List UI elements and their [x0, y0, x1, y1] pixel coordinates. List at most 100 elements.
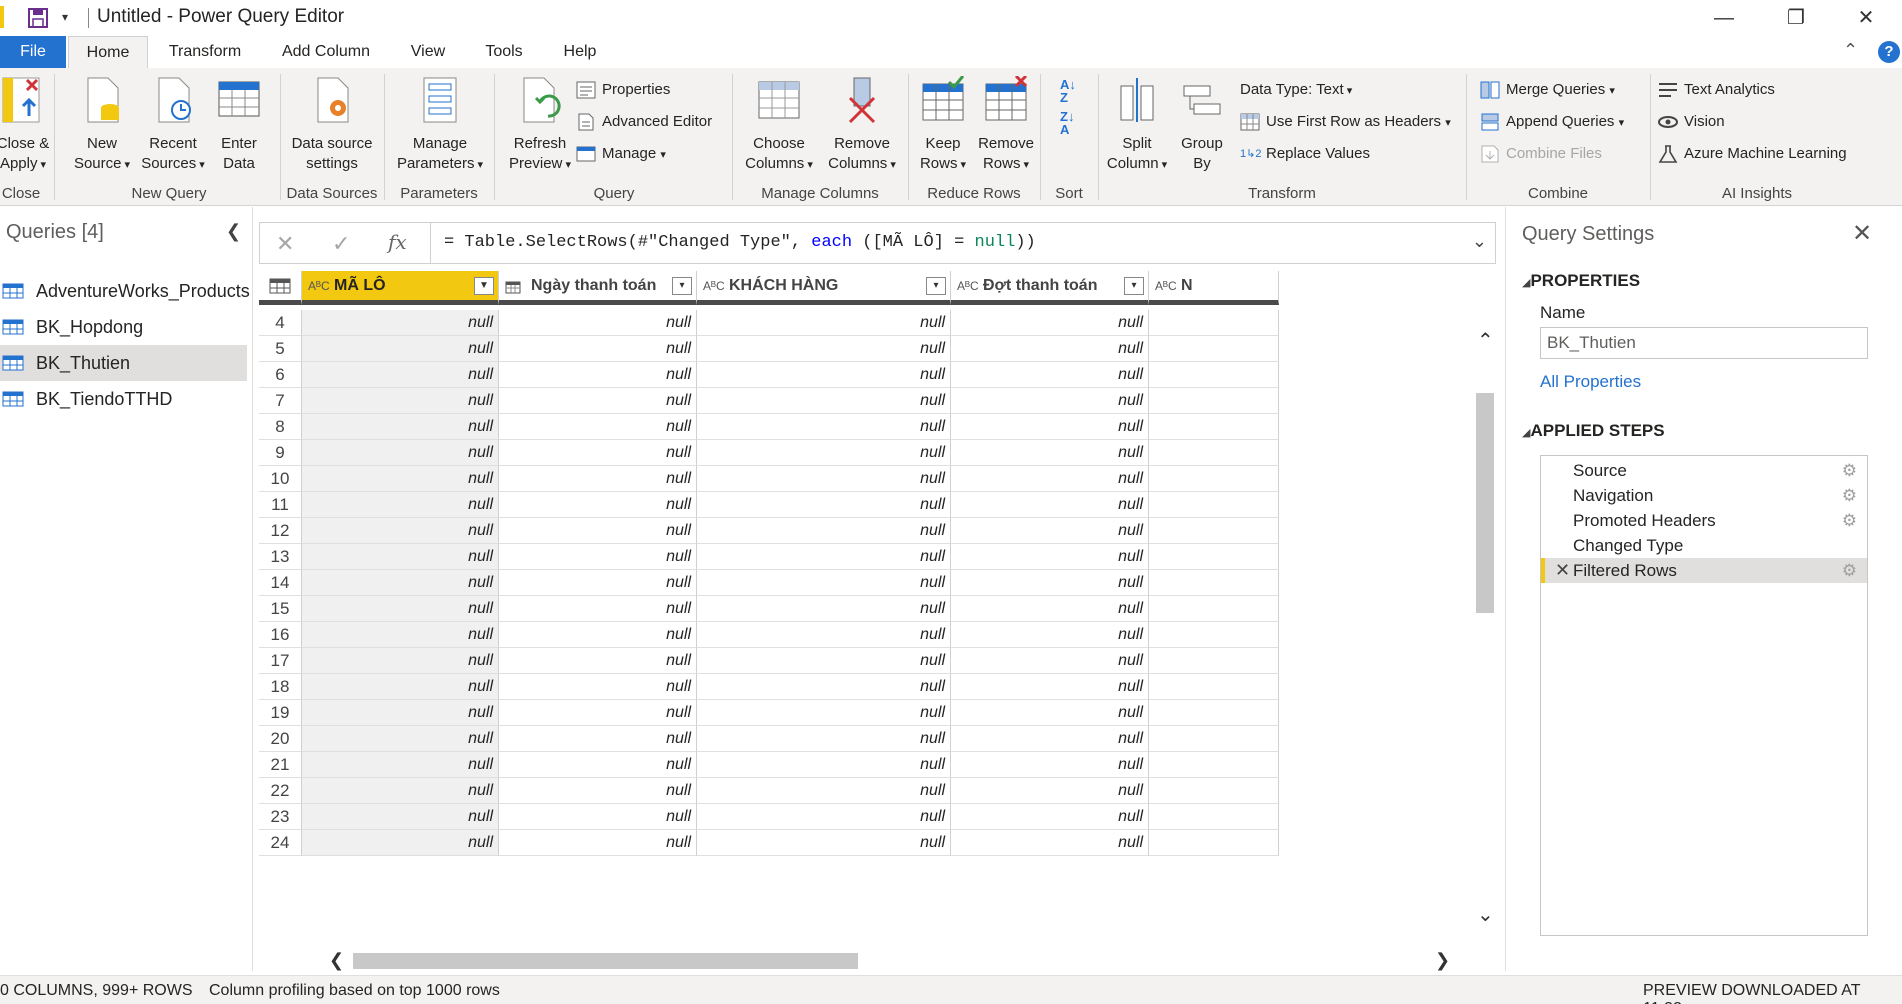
query-item[interactable]: BK_Thutien: [0, 345, 247, 381]
row-number[interactable]: 15: [259, 596, 302, 622]
tab-file[interactable]: File: [0, 36, 66, 68]
table-cell[interactable]: null: [697, 440, 951, 466]
table-cell[interactable]: null: [951, 492, 1149, 518]
table-cell[interactable]: [1149, 440, 1279, 466]
table-cell[interactable]: null: [697, 648, 951, 674]
table-cell[interactable]: null: [302, 830, 499, 856]
row-number[interactable]: 10: [259, 466, 302, 492]
table-cell[interactable]: null: [951, 336, 1149, 362]
table-cell[interactable]: [1149, 518, 1279, 544]
table-cell[interactable]: null: [697, 622, 951, 648]
table-cell[interactable]: null: [499, 414, 697, 440]
help-icon[interactable]: ?: [1878, 41, 1900, 63]
manage-parameters-button[interactable]: Manage Parameters: [388, 76, 492, 175]
row-number[interactable]: 20: [259, 726, 302, 752]
append-queries-button[interactable]: Append Queries: [1480, 110, 1624, 134]
vertical-scroll-thumb[interactable]: [1476, 393, 1494, 613]
new-source-button[interactable]: New Source: [70, 76, 134, 175]
applied-step[interactable]: Promoted Headers ⚙: [1541, 508, 1867, 533]
horizontal-scroll-thumb[interactable]: [353, 953, 858, 969]
scroll-up-icon[interactable]: ⌃: [1477, 331, 1494, 351]
table-cell[interactable]: null: [499, 388, 697, 414]
step-settings-gear-icon[interactable]: ⚙: [1842, 558, 1857, 583]
table-cell[interactable]: null: [302, 700, 499, 726]
table-cell[interactable]: null: [697, 362, 951, 388]
restore-button[interactable]: ❐: [1776, 4, 1816, 32]
table-cell[interactable]: [1149, 336, 1279, 362]
table-cell[interactable]: null: [951, 778, 1149, 804]
table-cell[interactable]: [1149, 700, 1279, 726]
table-cell[interactable]: null: [302, 310, 499, 336]
table-cell[interactable]: null: [951, 674, 1149, 700]
replace-values-button[interactable]: 1↳2 Replace Values: [1240, 142, 1370, 166]
keep-rows-button[interactable]: Keep Rows: [912, 75, 974, 175]
table-cell[interactable]: null: [697, 388, 951, 414]
table-cell[interactable]: [1149, 830, 1279, 856]
table-cell[interactable]: null: [951, 544, 1149, 570]
table-cell[interactable]: null: [302, 440, 499, 466]
table-cell[interactable]: null: [951, 700, 1149, 726]
table-cell[interactable]: null: [302, 648, 499, 674]
row-number[interactable]: 23: [259, 804, 302, 830]
split-column-button[interactable]: Split Column: [1104, 76, 1170, 175]
tab-view[interactable]: View: [400, 36, 456, 68]
row-number[interactable]: 5: [259, 336, 302, 362]
collapse-queries-icon[interactable]: ❮: [226, 221, 241, 242]
table-cell[interactable]: null: [302, 570, 499, 596]
column-dropdown-icon[interactable]: ▾: [1124, 277, 1144, 295]
data-type-dropdown[interactable]: Data Type: Text: [1240, 78, 1352, 102]
table-cell[interactable]: null: [302, 466, 499, 492]
table-cell[interactable]: null: [951, 440, 1149, 466]
table-cell[interactable]: null: [951, 726, 1149, 752]
table-cell[interactable]: null: [951, 310, 1149, 336]
table-cell[interactable]: null: [499, 310, 697, 336]
column-dropdown-icon[interactable]: ▾: [926, 277, 946, 295]
row-number[interactable]: 7: [259, 388, 302, 414]
sort-descending-button[interactable]: Z↓ A: [1060, 110, 1074, 136]
table-cell[interactable]: null: [302, 414, 499, 440]
manage-query-button[interactable]: Manage: [576, 142, 666, 166]
use-first-row-headers-button[interactable]: Use First Row as Headers: [1240, 110, 1451, 134]
table-cell[interactable]: null: [499, 336, 697, 362]
table-cell[interactable]: null: [302, 778, 499, 804]
table-cell[interactable]: null: [499, 544, 697, 570]
horizontal-scrollbar[interactable]: ❮ ❯: [313, 950, 1496, 972]
table-cell[interactable]: null: [302, 518, 499, 544]
filter-active-icon[interactable]: ▼: [474, 277, 494, 295]
collapse-ribbon-icon[interactable]: ⌃: [1843, 40, 1858, 61]
applied-step[interactable]: Navigation ⚙: [1541, 483, 1867, 508]
table-cell[interactable]: null: [951, 388, 1149, 414]
query-item[interactable]: AdventureWorks_Products: [0, 273, 250, 309]
row-number[interactable]: 16: [259, 622, 302, 648]
table-cell[interactable]: null: [697, 830, 951, 856]
tab-home[interactable]: Home: [68, 36, 148, 68]
table-cell[interactable]: null: [951, 804, 1149, 830]
tab-transform[interactable]: Transform: [160, 36, 250, 68]
table-cell[interactable]: null: [697, 570, 951, 596]
table-cell[interactable]: null: [499, 830, 697, 856]
table-cell[interactable]: null: [697, 414, 951, 440]
properties-button[interactable]: Properties: [576, 78, 670, 102]
table-cell[interactable]: [1149, 596, 1279, 622]
table-cell[interactable]: [1149, 622, 1279, 648]
table-cell[interactable]: null: [499, 804, 697, 830]
table-cell[interactable]: null: [302, 622, 499, 648]
table-cell[interactable]: null: [302, 492, 499, 518]
close-window-button[interactable]: ✕: [1846, 4, 1886, 32]
formula-input[interactable]: = Table.SelectRows(#"Changed Type", each…: [444, 233, 1036, 252]
table-cell[interactable]: null: [697, 310, 951, 336]
quick-access-dropdown-icon[interactable]: ▾: [62, 10, 68, 24]
row-number[interactable]: 6: [259, 362, 302, 388]
choose-columns-button[interactable]: Choose Columns: [738, 76, 820, 175]
table-cell[interactable]: [1149, 362, 1279, 388]
row-number[interactable]: 9: [259, 440, 302, 466]
table-cell[interactable]: null: [697, 752, 951, 778]
table-cell[interactable]: [1149, 752, 1279, 778]
column-header[interactable]: Ngày thanh toán ▾: [499, 271, 697, 305]
azure-ml-button[interactable]: Azure Machine Learning: [1658, 142, 1847, 166]
row-number[interactable]: 14: [259, 570, 302, 596]
table-cell[interactable]: null: [302, 362, 499, 388]
table-cell[interactable]: null: [951, 830, 1149, 856]
table-cell[interactable]: null: [302, 804, 499, 830]
step-settings-gear-icon[interactable]: ⚙: [1842, 458, 1857, 483]
